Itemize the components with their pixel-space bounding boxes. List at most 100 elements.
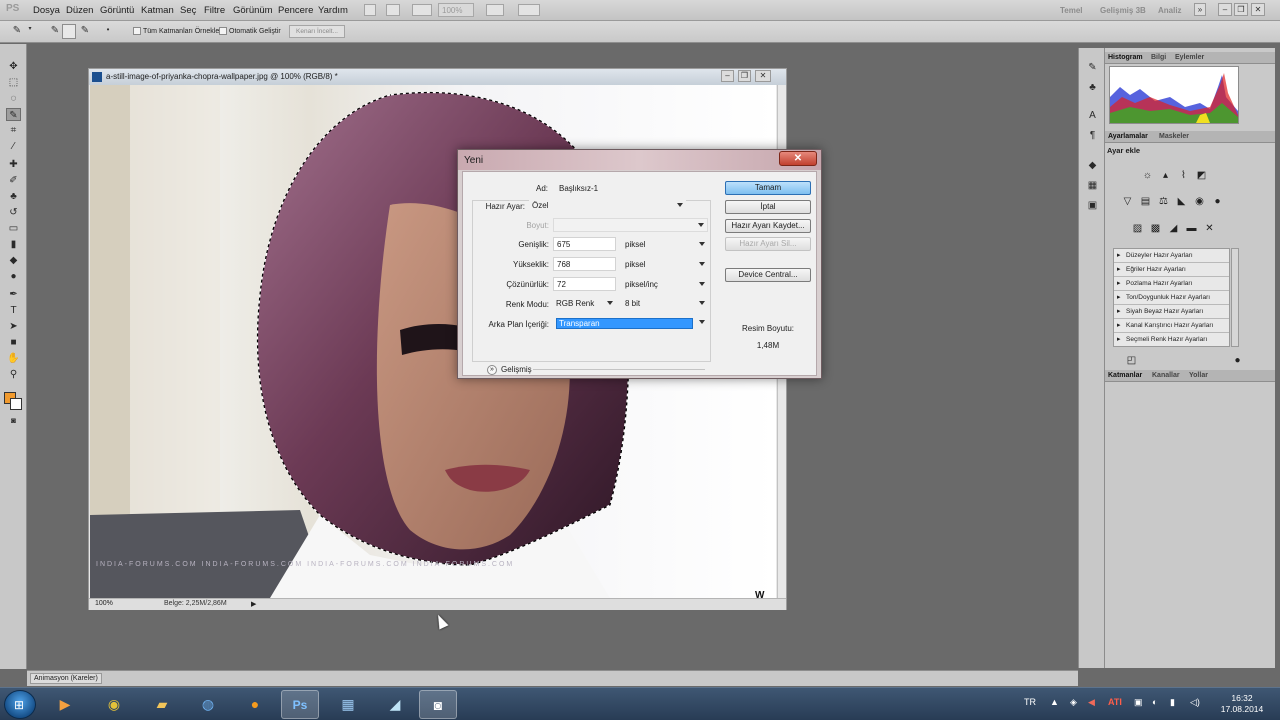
tab-yollar[interactable]: Yollar bbox=[1189, 372, 1208, 379]
clone-stamp-icon[interactable]: ♣ bbox=[6, 190, 21, 203]
preset-item[interactable]: Eğriler Hazır Ayarları bbox=[1114, 263, 1229, 277]
adjustment-clip-icon[interactable]: ● bbox=[1231, 355, 1244, 367]
refine-edge-button[interactable]: Kenarı İncelt... bbox=[289, 25, 345, 38]
workspace-3d[interactable]: Gelişmiş 3B bbox=[1100, 6, 1146, 15]
color-balance-icon[interactable]: ⚖ bbox=[1157, 196, 1170, 208]
dialog-title-bar[interactable]: Yeni ✕ bbox=[458, 150, 821, 170]
brush-tool-icon[interactable]: ✐ bbox=[6, 174, 21, 187]
color-mode-select[interactable]: RGB Renk bbox=[553, 297, 616, 311]
swatches-icon[interactable]: ▦ bbox=[1085, 180, 1100, 193]
tray-app2-icon[interactable]: ▣ bbox=[1134, 697, 1143, 708]
status-menu-arrow-icon[interactable]: ▶ bbox=[251, 600, 256, 608]
menu-duzen[interactable]: Düzen bbox=[66, 5, 93, 16]
curves-icon[interactable]: ⌇ bbox=[1177, 170, 1190, 182]
healing-brush-icon[interactable]: ✚ bbox=[6, 158, 21, 171]
shape-tool-icon[interactable]: ■ bbox=[6, 336, 21, 349]
workspace-analiz[interactable]: Analiz bbox=[1158, 6, 1182, 15]
tray-expand-icon[interactable]: ▲ bbox=[1050, 697, 1059, 707]
tab-bilgi[interactable]: Bilgi bbox=[1151, 54, 1166, 61]
restore-icon[interactable]: ❐ bbox=[1234, 3, 1248, 16]
photo-filter-icon[interactable]: ◉ bbox=[1193, 196, 1206, 208]
background-contents-select[interactable]: Transparan bbox=[553, 316, 708, 330]
tool-preset-dropdown-icon[interactable]: ▾ bbox=[26, 25, 34, 38]
preset-item[interactable]: Ton/Doygunluk Hazır Ayarları bbox=[1114, 291, 1229, 305]
tool-presets-icon[interactable]: ✎ bbox=[1085, 62, 1100, 75]
chrome-icon[interactable]: ◉ bbox=[95, 690, 133, 719]
menu-sec[interactable]: Seç bbox=[180, 5, 196, 16]
volume-icon[interactable]: ◁) bbox=[1190, 697, 1200, 708]
pen-tool-icon[interactable]: ✒ bbox=[6, 288, 21, 301]
zoom-level-field[interactable]: 100% bbox=[438, 3, 474, 17]
height-unit-select[interactable]: piksel bbox=[622, 258, 708, 272]
levels-icon[interactable]: ▴ bbox=[1159, 170, 1172, 182]
subtract-selection-icon[interactable]: ✎ bbox=[78, 25, 92, 38]
delete-preset-button[interactable]: Hazır Ayarı Sil... bbox=[725, 237, 811, 251]
gradient-map-icon[interactable]: ▬ bbox=[1185, 223, 1198, 235]
preset-item[interactable]: Pozlama Hazır Ayarları bbox=[1114, 277, 1229, 291]
preset-item[interactable]: Siyah Beyaz Hazır Ayarları bbox=[1114, 305, 1229, 319]
menu-dosya[interactable]: Dosya bbox=[33, 5, 60, 16]
close-icon[interactable]: ✕ bbox=[1251, 3, 1265, 16]
menu-gorunum[interactable]: Görünüm bbox=[233, 5, 273, 16]
tab-katmanlar[interactable]: Katmanlar bbox=[1108, 372, 1142, 379]
vibrance-icon[interactable]: ▽ bbox=[1121, 196, 1134, 208]
quick-mask-icon[interactable]: ◙ bbox=[6, 414, 21, 427]
paint-icon[interactable]: ◢ bbox=[376, 690, 414, 719]
preset-item[interactable]: Seçmeli Renk Hazır Ayarları bbox=[1114, 333, 1229, 347]
move-tool-icon[interactable]: ✥ bbox=[6, 60, 21, 73]
resolution-unit-select[interactable]: piksel/inç bbox=[622, 278, 708, 292]
character-icon[interactable]: A bbox=[1085, 110, 1100, 123]
photoshop-icon[interactable]: Ps bbox=[281, 690, 319, 719]
mini-bridge-icon[interactable] bbox=[386, 4, 400, 16]
arrange-documents-icon[interactable] bbox=[486, 4, 504, 16]
menu-pencere[interactable]: Pencere bbox=[278, 5, 313, 16]
amd-icon[interactable]: ATI bbox=[1108, 697, 1122, 707]
width-field[interactable]: 675 bbox=[553, 237, 616, 251]
styles-icon[interactable]: ▣ bbox=[1085, 200, 1100, 213]
resolution-field[interactable]: 72 bbox=[553, 277, 616, 291]
workspace-more-icon[interactable]: » bbox=[1194, 3, 1206, 16]
cancel-button[interactable]: İptal bbox=[725, 200, 811, 214]
quick-selection-tool-icon[interactable]: ✎ bbox=[6, 108, 21, 121]
dodge-tool-icon[interactable]: ● bbox=[6, 270, 21, 283]
dialog-close-icon[interactable]: ✕ bbox=[779, 151, 817, 166]
doc-minimize-icon[interactable]: – bbox=[721, 70, 734, 82]
minimize-icon[interactable]: – bbox=[1218, 3, 1232, 16]
start-button[interactable]: ⊞ bbox=[4, 690, 36, 719]
posterize-icon[interactable]: ▩ bbox=[1149, 223, 1162, 235]
doc-restore-icon[interactable]: ❐ bbox=[738, 70, 751, 82]
paragraph-icon[interactable]: ¶ bbox=[1085, 130, 1100, 143]
type-tool-icon[interactable]: T bbox=[6, 304, 21, 317]
ok-button[interactable]: Tamam bbox=[725, 181, 811, 195]
screen-mode-icon[interactable] bbox=[518, 4, 540, 16]
black-white-icon[interactable]: ◣ bbox=[1175, 196, 1188, 208]
selective-color-icon[interactable]: ✕ bbox=[1203, 223, 1216, 235]
hand-tool-icon[interactable]: ✋ bbox=[6, 352, 21, 365]
device-central-button[interactable]: Device Central... bbox=[725, 268, 811, 282]
new-selection-icon[interactable]: ✎ bbox=[48, 25, 62, 38]
invert-icon[interactable]: ▨ bbox=[1131, 223, 1144, 235]
tray-arrow-icon[interactable]: ◀ bbox=[1088, 697, 1095, 708]
hue-saturation-icon[interactable]: ▤ bbox=[1139, 196, 1152, 208]
camera-icon[interactable]: ◙ bbox=[419, 690, 457, 719]
language-indicator[interactable]: TR bbox=[1024, 697, 1036, 707]
marquee-tool-icon[interactable]: ⬚ bbox=[6, 76, 21, 89]
tab-maskeler[interactable]: Maskeler bbox=[1159, 133, 1189, 140]
eraser-tool-icon[interactable]: ▭ bbox=[6, 222, 21, 235]
zoom-tool-icon[interactable]: ⚲ bbox=[6, 368, 21, 381]
save-preset-button[interactable]: Hazır Ayarı Kaydet... bbox=[725, 219, 811, 233]
threshold-icon[interactable]: ◢ bbox=[1167, 223, 1180, 235]
folder-icon[interactable]: ▰ bbox=[143, 690, 181, 719]
bit-depth-select[interactable]: 8 bit bbox=[622, 297, 708, 311]
network-icon[interactable]: ▮ bbox=[1170, 697, 1175, 708]
tray-app-icon[interactable]: ◈ bbox=[1070, 697, 1077, 708]
history-brush-icon[interactable]: ↺ bbox=[6, 206, 21, 219]
lasso-tool-icon[interactable]: ◌ bbox=[6, 92, 21, 105]
gradient-tool-icon[interactable]: ▮ bbox=[6, 238, 21, 251]
preset-item[interactable]: Kanal Karıştırıcı Hazır Ayarları bbox=[1114, 319, 1229, 333]
brush-size-icon[interactable]: • bbox=[101, 25, 115, 38]
media-player-icon[interactable]: ▶ bbox=[46, 690, 84, 719]
taskbar-clock[interactable]: 16:32 17.08.2014 bbox=[1217, 693, 1267, 715]
doc-close-icon[interactable]: ✕ bbox=[755, 70, 771, 82]
tab-eylemler[interactable]: Eylemler bbox=[1175, 54, 1204, 61]
